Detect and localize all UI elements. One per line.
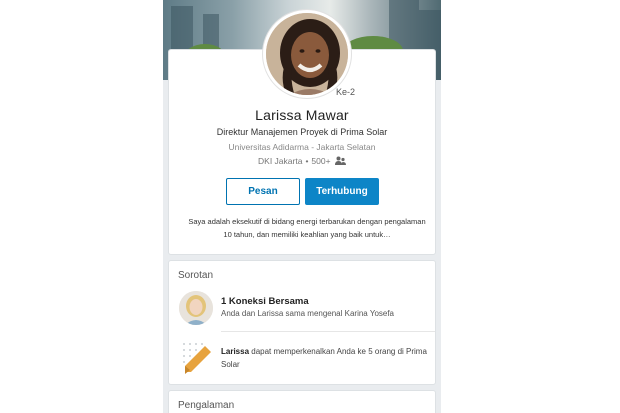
profile-screen: Ke-2 Larissa Mawar Direktur Manajemen Pr…	[163, 0, 441, 413]
highlights-divider	[221, 331, 435, 332]
experience-title: Pengalaman	[178, 400, 235, 411]
profile-headline: Direktur Manajemen Proyek di Prima Solar	[216, 127, 388, 137]
profile-name: Larissa Mawar	[255, 107, 349, 123]
highlights-card: Sorotan 1 Koneksi Bersama Anda dan Laris…	[169, 261, 435, 384]
mutual-connections-detail: Anda dan Larissa sama mengenal Karina Yo…	[221, 309, 395, 318]
profile-school: Universitas Adidarma - Jakarta Selatan	[228, 142, 376, 152]
ribbon-icon	[181, 340, 213, 376]
people-icon	[334, 156, 346, 165]
profile-summary[interactable]: Saya adalah eksekutif di bidang energi t…	[187, 215, 427, 241]
connections-count: 500+	[311, 156, 331, 166]
connect-button[interactable]: Terhubung	[305, 178, 379, 205]
mutual-connection-avatar[interactable]	[179, 291, 213, 325]
profile-card: Ke-2 Larissa Mawar Direktur Manajemen Pr…	[169, 10, 435, 254]
introduction-detail: dapat memperkenalkan Anda ke 5 orang di …	[221, 347, 427, 369]
mutual-connections-title[interactable]: 1 Koneksi Bersama	[221, 296, 309, 307]
connection-degree: Ke-2	[336, 87, 356, 97]
highlights-title: Sorotan	[178, 270, 214, 281]
profile-avatar[interactable]	[263, 10, 351, 98]
introduction-text[interactable]: Larissa dapat memperkenalkan Anda ke 5 o…	[221, 345, 431, 371]
profile-location-line: DKI Jakarta • 500+	[169, 156, 435, 166]
experience-card: Pengalaman	[169, 391, 435, 413]
profile-location: DKI Jakarta	[258, 156, 303, 166]
introducer-name: Larissa	[221, 347, 250, 356]
message-button[interactable]: Pesan	[226, 178, 300, 205]
